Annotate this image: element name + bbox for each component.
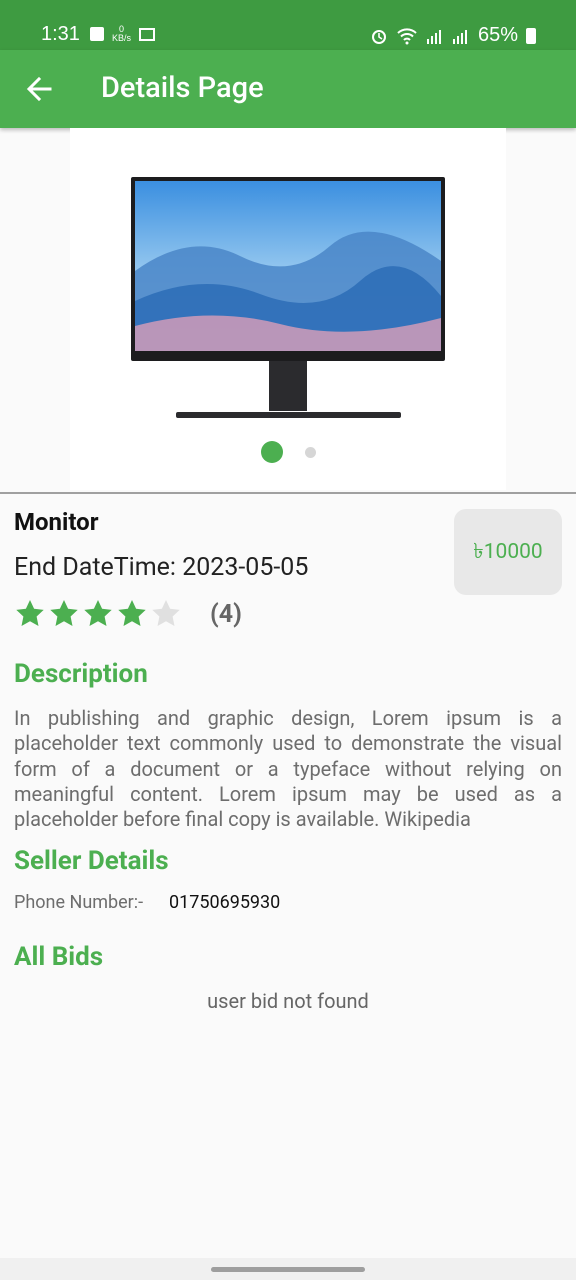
star-filled-icon (118, 600, 146, 626)
arrow-left-icon (26, 76, 52, 102)
status-bar: 1:31 0 KB/s 65% (0, 0, 576, 50)
divider (0, 492, 576, 494)
price-badge: ৳10000 (454, 509, 562, 595)
image-carousel[interactable] (70, 128, 506, 490)
star-filled-icon (50, 600, 78, 626)
battery-icon (526, 27, 536, 44)
signal-icon (426, 29, 441, 44)
network-speed-icon: 0 KB/s (112, 24, 132, 43)
carousel-dot-active[interactable] (260, 441, 283, 463)
end-datetime: End DateTime: 2023-05-05 (14, 553, 309, 582)
status-system-icons: 65% (370, 24, 536, 47)
page-title: Details Page (101, 71, 264, 105)
phone-label: Phone Number:- (14, 892, 144, 913)
empty-bids-message: user bid not found (207, 989, 369, 1013)
carousel-indicator (70, 441, 506, 463)
home-gesture-handle[interactable] (211, 1267, 365, 1272)
star-filled-icon (84, 600, 112, 626)
app-bar: Details Page (0, 50, 576, 128)
battery-percent: 65% (477, 24, 518, 46)
description-title: Description (14, 659, 148, 689)
rating-stars (14, 598, 182, 630)
alarm-icon (371, 29, 386, 44)
description-text: In publishing and graphic design, Lorem … (14, 706, 562, 832)
back-button[interactable] (24, 74, 54, 104)
system-nav-bar (0, 1258, 576, 1280)
carousel-dot[interactable] (304, 446, 316, 458)
signal-icon-2 (452, 29, 467, 44)
all-bids-title: All Bids (14, 942, 104, 972)
rating-count: (4) (210, 600, 242, 629)
seller-details-title: Seller Details (14, 846, 169, 876)
image-notification-icon (139, 27, 156, 41)
wifi-icon (397, 27, 417, 44)
monitor-image (131, 177, 445, 418)
status-notification-icons: 0 KB/s (90, 24, 156, 43)
price-value: ৳10000 (473, 539, 543, 564)
phone-value[interactable]: 01750695930 (169, 892, 280, 913)
star-empty-icon (152, 600, 180, 626)
status-time: 1:31 (41, 23, 80, 45)
checkbox-notification-icon (90, 27, 104, 41)
star-filled-icon (16, 600, 44, 626)
product-name: Monitor (14, 508, 99, 536)
